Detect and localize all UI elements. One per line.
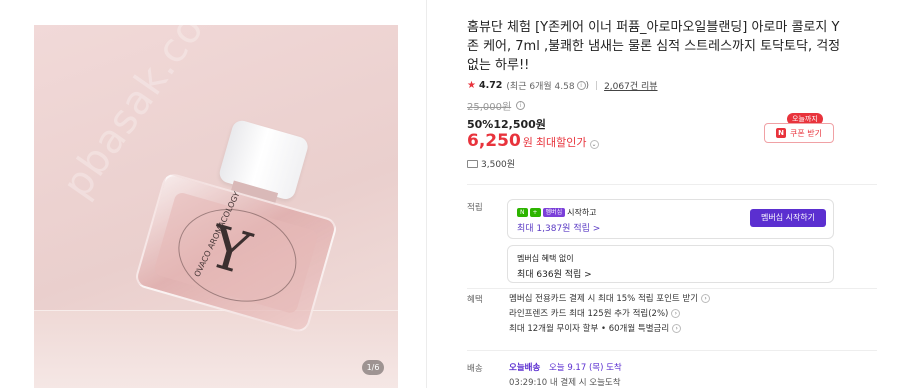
benefits-label: 혜택 bbox=[467, 295, 483, 305]
product-image[interactable]: pbasak.com OVACO AROMACOLOGY Y 1/6 bbox=[34, 25, 398, 388]
coupon-label: 쿠폰 받기 bbox=[790, 128, 822, 138]
membership-line1: N + 멤버십 시작하고 bbox=[517, 207, 597, 218]
max-discount-label: 최대할인가 bbox=[535, 136, 587, 149]
chevron-right-icon[interactable]: › bbox=[672, 324, 682, 333]
sale-price: 50%12,500원 bbox=[467, 118, 546, 131]
chevron-right-icon[interactable]: › bbox=[701, 294, 711, 303]
chevron-down-icon[interactable]: ⌄ bbox=[589, 140, 599, 149]
delivery-arrival: 오늘 9.17 (목) 도착 bbox=[548, 363, 622, 373]
plus-badge: + bbox=[529, 208, 541, 217]
naver-n-badge: N bbox=[517, 208, 528, 217]
star-icon: ★ bbox=[467, 80, 476, 91]
original-price-value: 25,000원 bbox=[467, 102, 512, 113]
no-membership-card: 멤버십 혜택 없이 최대 636원 적립 > bbox=[507, 245, 834, 283]
rating-separator bbox=[596, 81, 598, 90]
section-divider bbox=[467, 184, 877, 185]
rating-recent-close: ) bbox=[585, 80, 590, 91]
section-divider bbox=[467, 350, 877, 351]
naver-n-icon: N bbox=[776, 128, 786, 138]
shipping-fee: 3,500원 bbox=[467, 157, 515, 170]
max-discount-unit: 원 bbox=[522, 136, 533, 149]
truck-icon bbox=[467, 159, 478, 168]
start-membership-button[interactable]: 멤버십 시작하기 bbox=[750, 209, 826, 227]
benefit-text: 라인프렌즈 카드 최대 125원 추가 적립(2%) bbox=[509, 309, 669, 319]
points-label: 적립 bbox=[467, 203, 483, 213]
benefit-item[interactable]: 최대 12개월 무이자 할부 • 60개월 특별금리 › bbox=[509, 322, 710, 337]
bottle-glass: OVACO AROMACOLOGY Y bbox=[133, 171, 339, 335]
no-membership-line1: 멤버십 혜택 없이 bbox=[517, 254, 574, 263]
max-discount-value: 6,250 bbox=[467, 131, 521, 151]
section-divider bbox=[467, 288, 877, 289]
membership-start-text: 시작하고 bbox=[567, 208, 597, 217]
shipping-fee-value: 3,500원 bbox=[481, 160, 516, 170]
benefit-item[interactable]: 멤버십 전용카드 결제 시 최대 15% 적립 포인트 받기 › bbox=[509, 292, 711, 307]
benefits-list: 멤버십 전용카드 결제 시 최대 15% 적립 포인트 받기 › 라인프렌즈 카드… bbox=[509, 292, 711, 337]
max-discount-price[interactable]: 6,250 원 최대할인가 ⌄ bbox=[467, 131, 599, 151]
reviews-link[interactable]: 2,067건 리뷰 bbox=[604, 79, 657, 92]
delivery-label: 배송 bbox=[467, 364, 483, 374]
image-counter: 1/6 bbox=[362, 360, 384, 375]
membership-badge: 멤버십 bbox=[542, 208, 566, 217]
membership-max-points[interactable]: 최대 1,387원 적립 > bbox=[517, 221, 600, 234]
column-divider bbox=[426, 0, 427, 388]
today-delivery-badge: 오늘배송 bbox=[509, 363, 541, 373]
benefit-item[interactable]: 라인프렌즈 카드 최대 125원 추가 적립(2%) › bbox=[509, 307, 710, 322]
product-title: 홈뷰단 체험 [Y존케어 이너 퍼퓸_아로마오일블랜딩] 아로마 콜로지 Y존 … bbox=[467, 20, 841, 73]
delivery-cutoff: 03:29:10 내 결제 시 오늘도착 bbox=[509, 378, 621, 388]
info-icon[interactable]: i bbox=[576, 81, 586, 90]
price-info-icon[interactable]: i bbox=[516, 101, 526, 110]
rating-row: ★ 4.72 (최근 6개월 4.58 i ) 2,067건 리뷰 bbox=[467, 79, 658, 92]
original-price: 25,000원 i bbox=[467, 98, 526, 113]
delivery-row: 오늘배송 오늘 9.17 (목) 도착 bbox=[509, 361, 622, 373]
benefit-text: 멤버십 전용카드 결제 시 최대 15% 적립 포인트 받기 bbox=[509, 294, 699, 304]
no-membership-max-points[interactable]: 최대 636원 적립 > bbox=[517, 267, 592, 280]
membership-card: N + 멤버십 시작하고 최대 1,387원 적립 > 멤버십 시작하기 bbox=[507, 199, 834, 239]
rating-score: 4.72 bbox=[478, 80, 503, 91]
coupon-button[interactable]: N 쿠폰 받기 bbox=[764, 123, 834, 143]
rating-recent: (최근 6개월 4.58 bbox=[506, 82, 575, 92]
chevron-right-icon[interactable]: › bbox=[671, 309, 681, 318]
benefit-text: 최대 12개월 무이자 할부 • 60개월 특별금리 bbox=[509, 324, 670, 334]
